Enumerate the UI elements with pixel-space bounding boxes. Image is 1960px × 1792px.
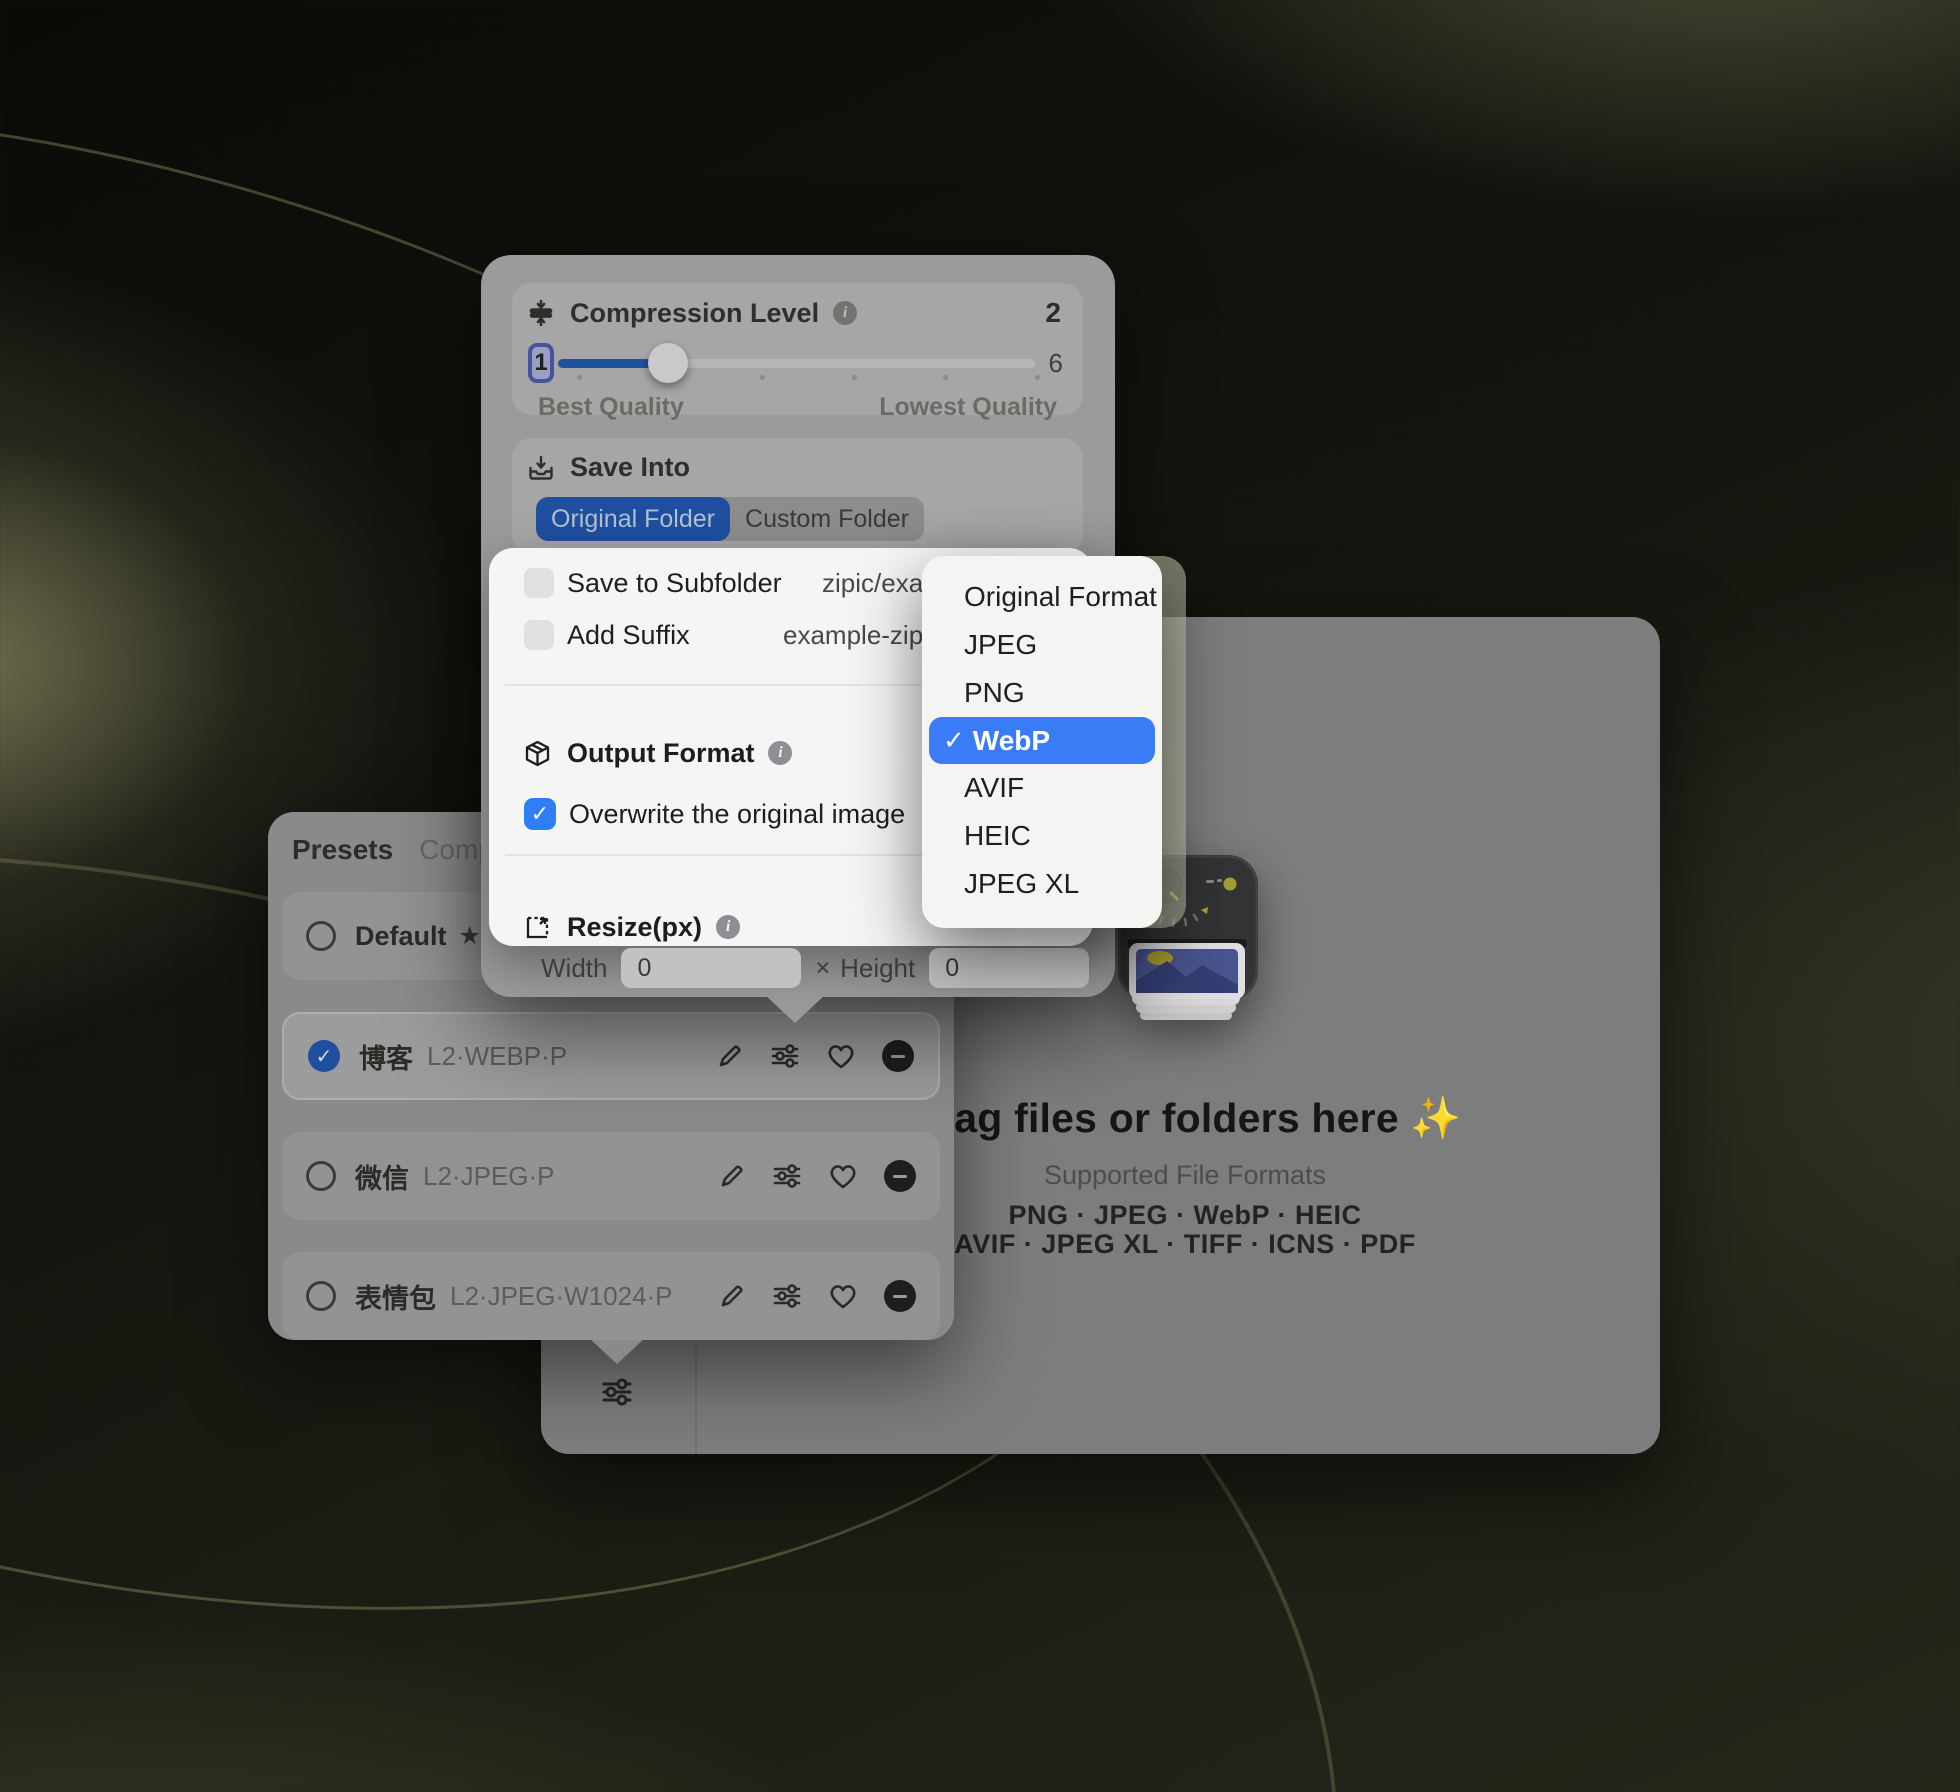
output-format-label: Output Format (567, 738, 754, 769)
settings-popover-tail (765, 995, 825, 1023)
resize-inputs-row: Width × Height (541, 948, 1089, 988)
height-label: Height (840, 953, 915, 984)
pencil-icon[interactable] (716, 1042, 744, 1070)
format-menu: Original Format JPEG PNG ✓ WebP AVIF HEI… (922, 556, 1162, 928)
info-icon[interactable]: i (768, 741, 792, 765)
overwrite-label: Overwrite the original image (569, 799, 905, 830)
presets-panel-tail (589, 1338, 645, 1364)
preset-name: 微信 (355, 1157, 409, 1196)
preset-spec: L2·WEBP·P (427, 1041, 716, 1072)
compression-card: Compression Level i 2 1 6 Best Quality L… (512, 283, 1083, 415)
info-icon[interactable]: i (716, 915, 740, 939)
compression-slider[interactable] (558, 359, 1035, 368)
tab-presets[interactable]: Presets (292, 834, 393, 866)
star-icon: ★ (459, 921, 481, 951)
preset-name: Default (355, 921, 447, 952)
radio-icon[interactable] (306, 1281, 336, 1311)
menu-item-label: WebP (973, 725, 1050, 757)
radio-icon[interactable] (306, 921, 336, 951)
save-into-card: Save Into Original Folder Custom Folder (512, 438, 1083, 554)
menu-item-heic[interactable]: HEIC (922, 812, 1162, 860)
save-into-segmented-control: Original Folder Custom Folder (536, 497, 924, 541)
compression-max: 6 (1049, 348, 1063, 379)
sliders-icon[interactable] (770, 1041, 800, 1071)
multiply-icon: × (815, 954, 830, 983)
heart-icon[interactable] (828, 1282, 858, 1310)
preset-name: 博客 (359, 1037, 413, 1076)
check-icon: ✓ (943, 725, 965, 756)
subfolder-label: Save to Subfolder (567, 568, 822, 599)
menu-item-webp[interactable]: ✓ WebP (929, 717, 1155, 764)
heart-icon[interactable] (828, 1162, 858, 1190)
compression-min-badge: 1 (528, 343, 554, 383)
save-into-label: Save Into (570, 452, 690, 483)
resize-label: Resize(px) (567, 912, 702, 943)
compression-label: Compression Level (570, 298, 819, 329)
minus-circle-icon[interactable] (884, 1280, 916, 1312)
preset-row-wechat[interactable]: 微信 L2·JPEG·P (282, 1132, 940, 1220)
original-folder-segment[interactable]: Original Folder (536, 497, 730, 541)
check-circle-icon[interactable]: ✓ (308, 1040, 340, 1072)
overwrite-checkbox[interactable]: ✓ (524, 798, 556, 830)
suffix-checkbox[interactable] (524, 620, 554, 650)
preset-name: 表情包 (355, 1277, 436, 1316)
height-input[interactable] (929, 948, 1089, 988)
suffix-label: Add Suffix (567, 620, 783, 651)
menu-item-png[interactable]: PNG (922, 669, 1162, 717)
save-tray-icon (528, 455, 554, 481)
compress-icon (528, 300, 554, 326)
pencil-icon[interactable] (718, 1282, 746, 1310)
best-quality-label: Best Quality (538, 393, 684, 422)
slider-thumb[interactable] (648, 343, 688, 383)
width-input[interactable] (621, 948, 801, 988)
preset-row-blog[interactable]: ✓ 博客 L2·WEBP·P (282, 1012, 940, 1100)
pencil-icon[interactable] (718, 1162, 746, 1190)
preset-row-sticker[interactable]: 表情包 L2·JPEG·W1024·P (282, 1252, 940, 1340)
preset-spec: L2·JPEG·P (423, 1161, 718, 1192)
minus-circle-icon[interactable] (882, 1040, 914, 1072)
cube-icon (524, 740, 551, 767)
width-label: Width (541, 953, 607, 984)
resize-icon (524, 914, 551, 941)
menu-item-jpeg[interactable]: JPEG (922, 621, 1162, 669)
subfolder-checkbox[interactable] (524, 568, 554, 598)
menu-item-original-format[interactable]: Original Format (922, 573, 1162, 621)
radio-icon[interactable] (306, 1161, 336, 1191)
preset-spec: L2·JPEG·W1024·P (450, 1281, 718, 1312)
info-icon[interactable]: i (833, 301, 857, 325)
custom-folder-segment[interactable]: Custom Folder (730, 497, 924, 541)
sliders-icon[interactable] (772, 1281, 802, 1311)
sliders-icon (600, 1375, 634, 1409)
compression-value: 2 (1045, 297, 1061, 329)
minus-circle-icon[interactable] (884, 1160, 916, 1192)
lowest-quality-label: Lowest Quality (879, 393, 1057, 422)
menu-item-avif[interactable]: AVIF (922, 764, 1162, 812)
sparkles-icon: ✨ (1410, 1095, 1461, 1141)
presets-toggle-button[interactable] (600, 1375, 634, 1409)
sliders-icon[interactable] (772, 1161, 802, 1191)
menu-item-jpeg-xl[interactable]: JPEG XL (922, 860, 1162, 908)
heart-icon[interactable] (826, 1042, 856, 1070)
